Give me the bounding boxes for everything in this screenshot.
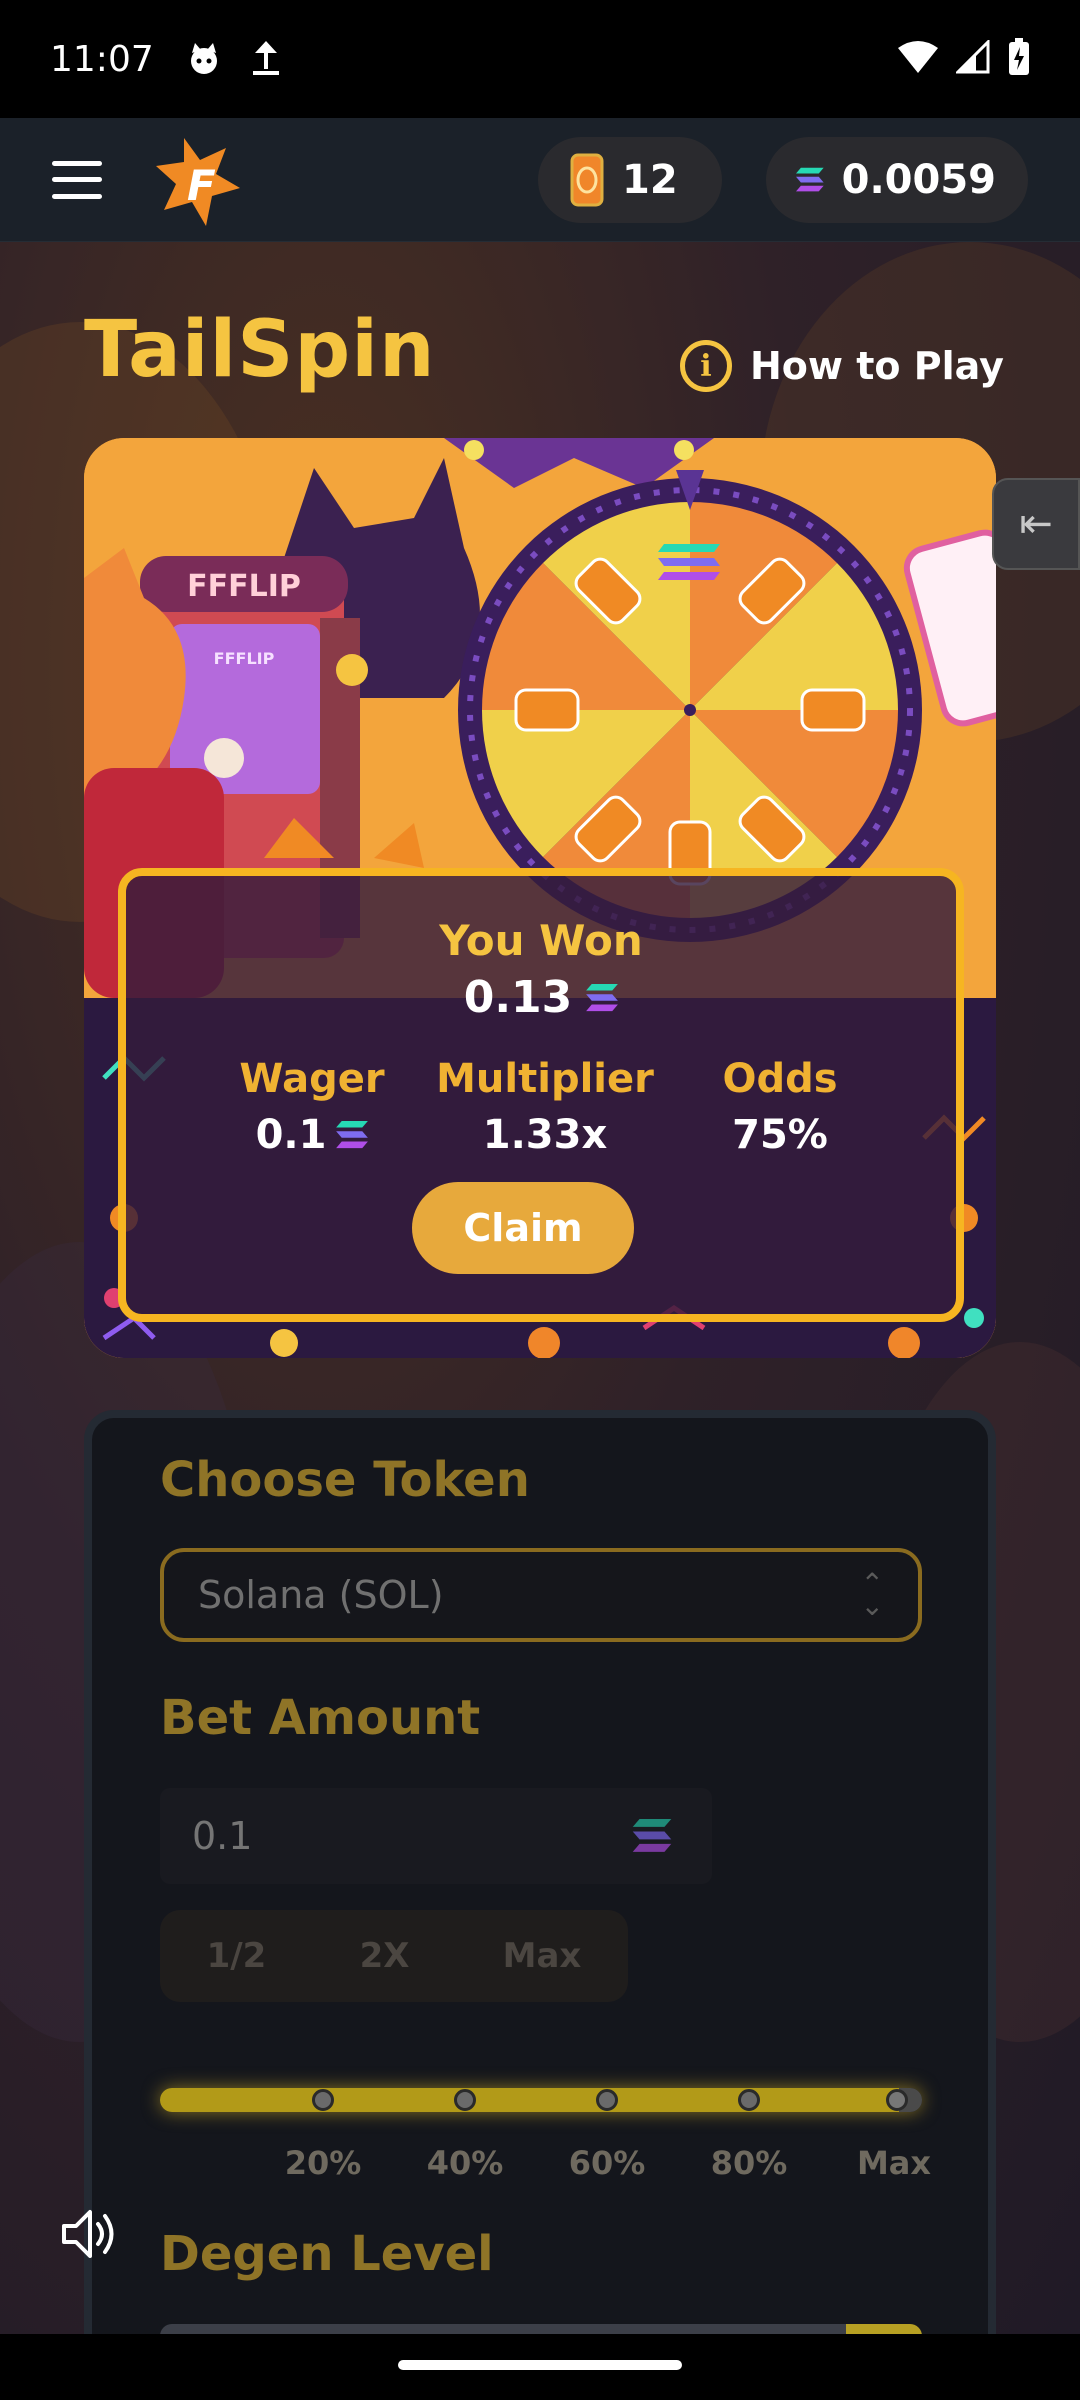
solana-icon [632, 1819, 672, 1852]
status-time: 11:07 [50, 38, 154, 80]
you-won-label: You Won [439, 916, 643, 965]
double-bet-button[interactable]: 2X [360, 1936, 410, 1976]
status-bar: 11:07 [0, 0, 1080, 118]
won-amount: 0.13 [126, 972, 956, 1023]
result-panel: You Won 0.13 Wager 0.1 Multiplier 1.33x … [118, 868, 964, 1322]
how-to-play-label: How to Play [750, 344, 1004, 388]
degen-level-title: Degen Level [160, 2226, 494, 2282]
slider-stop-20[interactable] [312, 2089, 334, 2111]
solana-icon [336, 1121, 369, 1149]
slider-label-80: 80% [710, 2144, 788, 2182]
slider-label-40: 40% [426, 2144, 504, 2182]
svg-text:F: F [187, 161, 216, 210]
collapse-panel-button[interactable]: ⇤ [992, 478, 1080, 570]
bet-amount-title: Bet Amount [160, 1690, 481, 1746]
chevron-up-down-icon: ⌃ ⌄ [860, 1567, 884, 1622]
page-title: TailSpin [84, 305, 436, 395]
slider-label-60: 60% [568, 2144, 646, 2182]
slider-stop-60[interactable] [596, 2089, 618, 2111]
slider-label-max: Max [856, 2144, 932, 2182]
slider-stop-80[interactable] [738, 2089, 760, 2111]
slider-label-20: 20% [284, 2144, 362, 2182]
wager-value: 0.1 [255, 1112, 327, 1158]
battery-icon [1008, 38, 1030, 80]
info-icon: i [680, 340, 732, 392]
claim-button[interactable]: Claim [412, 1182, 634, 1274]
solana-icon [796, 167, 824, 191]
token-selected-value: Solana (SOL) [198, 1573, 444, 1617]
token-select[interactable]: Solana (SOL) ⌃ ⌄ [160, 1548, 922, 1642]
arrow-left-bar-icon: ⇤ [1019, 501, 1053, 547]
half-bet-button[interactable]: 1/2 [207, 1936, 267, 1976]
multiplier-value: 1.33x [482, 1112, 608, 1158]
wifi-icon [898, 40, 938, 78]
how-to-play-link[interactable]: i How to Play [680, 340, 1004, 392]
odds-stat: Odds 75% [660, 1056, 900, 1158]
cellular-signal-icon [954, 38, 990, 78]
wager-label: Wager [239, 1056, 385, 1102]
wager-stat: Wager 0.1 [192, 1056, 432, 1158]
multiplier-stat: Multiplier 1.33x [425, 1056, 665, 1158]
screen-sign-text: FFFLIP [214, 649, 275, 668]
cat-face-icon [184, 39, 224, 79]
sol-balance-pill[interactable]: 0.0059 [766, 136, 1028, 223]
bet-slider[interactable] [160, 2088, 922, 2112]
home-indicator[interactable] [398, 2360, 682, 2370]
upload-icon [246, 39, 286, 79]
bet-amount-field[interactable] [160, 1788, 712, 1884]
max-bet-button[interactable]: Max [503, 1936, 582, 1976]
settings-panel: Choose Token Solana (SOL) ⌃ ⌄ Bet Amount … [84, 1410, 996, 2400]
system-nav-bar [0, 2334, 1080, 2400]
menu-icon[interactable] [52, 160, 102, 199]
cans-balance-pill[interactable]: 12 [538, 136, 722, 223]
cans-balance-value: 12 [622, 156, 678, 203]
bet-amount-input[interactable] [192, 1814, 632, 1858]
sol-balance-value: 0.0059 [841, 156, 996, 203]
solana-icon [586, 983, 619, 1011]
quick-bet-buttons: 1/2 2X Max [160, 1910, 628, 2002]
slider-stop-40[interactable] [454, 2089, 476, 2111]
won-amount-value: 0.13 [463, 972, 573, 1023]
odds-value: 75% [732, 1112, 828, 1158]
multiplier-label: Multiplier [436, 1056, 654, 1102]
can-icon [570, 153, 604, 206]
fff-logo-icon[interactable]: F [154, 130, 244, 230]
odds-label: Odds [722, 1056, 838, 1102]
machine-sign-text: FFFLIP [187, 569, 301, 604]
app-header: F 12 0.0059 [0, 118, 1080, 242]
slider-handle[interactable] [886, 2089, 908, 2111]
speaker-icon[interactable] [60, 2206, 120, 2262]
choose-token-title: Choose Token [160, 1452, 530, 1508]
